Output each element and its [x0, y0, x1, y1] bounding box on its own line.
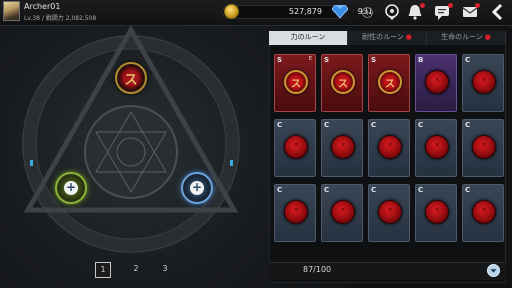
rune-glyph-icon: ✕	[387, 206, 393, 214]
rune-rank: C	[418, 121, 424, 129]
tab-life-rune[interactable]: 生命のルーン ●	[427, 31, 506, 45]
player-name: Archer01	[24, 2, 61, 11]
rune-orb-icon: ✕	[472, 135, 496, 159]
bell-notification-dot	[420, 3, 425, 8]
rune-card[interactable]: C ✕	[462, 184, 504, 242]
rune-orb-icon: ✕	[331, 200, 355, 224]
back-icon[interactable]	[489, 3, 507, 21]
rune-glyph-icon: ✕	[481, 76, 487, 84]
rune-rank: C	[465, 121, 471, 129]
page-button-3[interactable]: 3	[157, 262, 173, 278]
quest-icon[interactable]	[383, 3, 401, 21]
rune-orb-icon: ✕	[378, 200, 402, 224]
rune-rank: C	[465, 186, 471, 194]
rune-glyph-icon: ✕	[434, 141, 440, 149]
rune-slot-top[interactable]: ス	[115, 62, 147, 94]
rune-slot-left[interactable]: +	[55, 172, 87, 204]
rune-card[interactable]: C ✕	[274, 184, 316, 242]
rune-card[interactable]: B ✕	[415, 54, 457, 112]
tab-power-rune[interactable]: 力のルーン	[269, 31, 348, 45]
inventory-count: 87/100	[303, 265, 332, 274]
rune-glyph-icon: ✕	[340, 206, 346, 214]
rune-rank: C	[371, 121, 377, 129]
rune-card[interactable]: C ✕	[321, 119, 363, 177]
rune-glyph-icon: ✕	[293, 206, 299, 214]
rune-orb-icon: ス	[284, 70, 308, 94]
rune-orb-icon: ✕	[284, 135, 308, 159]
rune-glyph-icon: ✕	[434, 206, 440, 214]
page-button-1[interactable]: 1	[95, 262, 111, 278]
rune-orb-icon: ✕	[425, 70, 449, 94]
tab-label: 耐性のルーン	[362, 33, 404, 41]
rune-card[interactable]: Sス	[321, 54, 363, 112]
rune-rank: S	[324, 56, 330, 64]
rune-glyph-icon: ✕	[434, 76, 440, 84]
rune-card[interactable]: C ✕	[462, 54, 504, 112]
rune-card[interactable]: C ✕	[462, 119, 504, 177]
rune-card[interactable]: C ✕	[368, 184, 410, 242]
rune-rank: C	[324, 121, 330, 129]
add-rune-icon: +	[64, 180, 78, 195]
rune-card[interactable]: Sス	[368, 54, 410, 112]
rune-card[interactable]: S E ス	[274, 54, 316, 112]
rune-card[interactable]: C ✕	[321, 184, 363, 242]
rune-rank: S	[371, 56, 377, 64]
rune-rank: C	[371, 186, 377, 194]
rune-orb-icon: ス	[378, 70, 402, 94]
rune-glyph-icon: ス	[124, 73, 138, 88]
rune-tabs: 力のルーン 耐性のルーン ● 生命のルーン ●	[269, 31, 506, 45]
add-rune-icon: +	[190, 180, 204, 195]
coin-icon	[224, 4, 239, 19]
rune-screen: Archer01 Lv.38 / 戦闘力 2,082,508 527,879 9…	[0, 0, 512, 288]
rune-orb-icon: ✕	[378, 135, 402, 159]
rune-glyph-icon: ス	[338, 79, 348, 90]
rune-slot-right[interactable]: +	[181, 172, 213, 204]
rune-orb-icon: ✕	[472, 200, 496, 224]
rune-orb-icon: ✕	[331, 135, 355, 159]
rune-card[interactable]: C ✕	[368, 119, 410, 177]
rune-rank: C	[277, 186, 283, 194]
rune-rank: C	[465, 56, 471, 64]
rune-glyph-icon: ✕	[481, 141, 487, 149]
tab-alert-icon: ●	[484, 33, 491, 41]
rune-glyph-icon: ✕	[387, 141, 393, 149]
rune-glyph-icon: ✕	[293, 141, 299, 149]
rune-glyph-icon: ✕	[481, 206, 487, 214]
gold-value: 527,879	[288, 7, 322, 16]
tab-resistance-rune[interactable]: 耐性のルーン ●	[348, 31, 427, 45]
rune-orb-icon: ✕	[425, 200, 449, 224]
rune-orb-icon: ✕	[472, 70, 496, 94]
page-button-2[interactable]: 2	[128, 262, 144, 278]
rune-orb-icon: ✕	[284, 200, 308, 224]
equipped-badge: E	[308, 56, 312, 62]
rune-glyph-icon: ス	[291, 79, 301, 90]
rune-card[interactable]: C ✕	[415, 184, 457, 242]
rune-rank: C	[418, 186, 424, 194]
rune-card[interactable]: C ✕	[415, 119, 457, 177]
player-stats: Lv.38 / 戦闘力 2,082,508	[24, 15, 97, 22]
rune-glyph-icon: ス	[385, 79, 395, 90]
mail-notification-dot	[475, 3, 480, 8]
rune-ring	[22, 26, 240, 253]
tab-alert-icon: ●	[405, 33, 412, 41]
avatar[interactable]	[3, 1, 20, 21]
rune-orb-icon: ス	[331, 70, 355, 94]
rune-card[interactable]: C ✕	[274, 119, 316, 177]
rune-rank: B	[418, 56, 424, 64]
add-gems-button[interactable]: +	[362, 7, 373, 18]
rune-card-grid: S E ス S ス S ス B ✕ C ✕ C ✕ C ✕ C ✕ C ✕ C ✕ C ✕ C ✕ C ✕ C ✕ C ✕	[270, 50, 506, 255]
tab-label: 生命のルーン	[441, 33, 483, 41]
rune-glyph-icon: ✕	[340, 141, 346, 149]
rune-orb-icon: ✕	[425, 135, 449, 159]
rune-rank: C	[277, 121, 283, 129]
rune-rank: C	[324, 186, 330, 194]
expand-down-icon[interactable]	[487, 264, 500, 277]
rune-rank: S	[277, 56, 283, 64]
gem-icon	[332, 5, 348, 18]
chat-notification-dot	[448, 3, 453, 8]
tab-label: 力のルーン	[290, 33, 326, 41]
